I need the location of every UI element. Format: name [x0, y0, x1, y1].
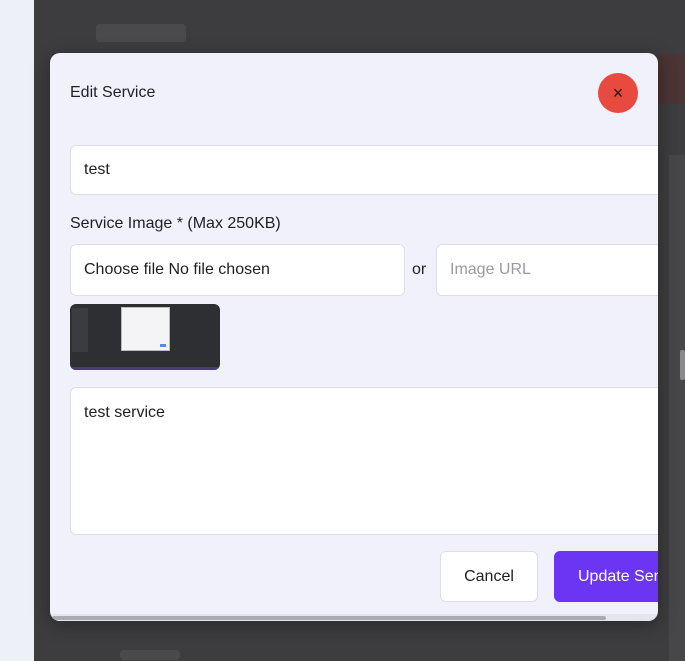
background-button [657, 54, 685, 104]
close-icon: × [612, 83, 624, 103]
preview-bar [70, 367, 220, 370]
file-chooser-input[interactable]: Choose file No file chosen [70, 244, 405, 296]
or-separator: or [412, 261, 427, 278]
modal-horizontal-scrollbar[interactable] [50, 614, 658, 621]
edit-service-modal: Edit Service × test Service Image * (Max… [50, 53, 658, 621]
image-url-input[interactable]: Image URL [436, 244, 658, 296]
background-text [120, 650, 180, 660]
page-background-left [0, 0, 34, 661]
cancel-button[interactable]: Cancel [440, 551, 538, 602]
background-title [96, 24, 186, 42]
service-name-field[interactable]: test [70, 145, 658, 195]
update-service-button[interactable]: Update Service [554, 551, 658, 602]
page-scrollbar[interactable] [669, 155, 685, 661]
service-image-preview [70, 304, 220, 370]
page-scrollbar-thumb[interactable] [680, 350, 685, 380]
preview-sidebar [72, 308, 88, 352]
service-description-field[interactable]: test service [70, 387, 658, 535]
preview-button [160, 344, 166, 347]
close-button[interactable]: × [598, 73, 638, 113]
service-image-label: Service Image * (Max 250KB) [70, 215, 281, 232]
modal-title: Edit Service [70, 84, 156, 101]
modal-scrollbar-thumb[interactable] [52, 616, 606, 620]
